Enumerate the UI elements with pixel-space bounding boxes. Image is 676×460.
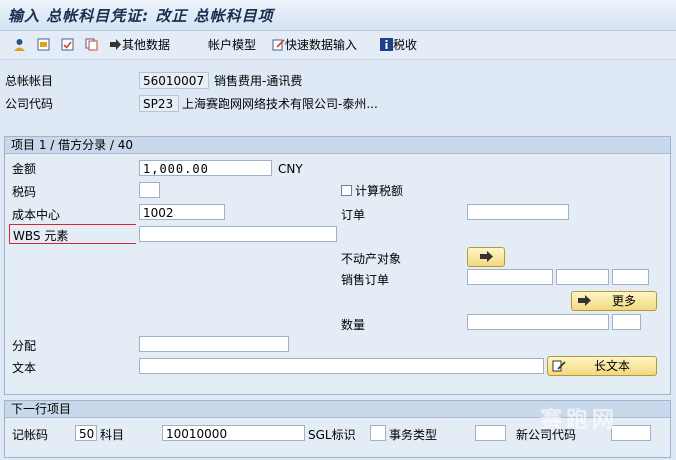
window-title: 输入 总帐科目凭证: 改正 总帐科目项 — [8, 7, 274, 25]
tax-label: 税收 — [393, 38, 418, 52]
fast-entry-label: 快速数据输入 — [285, 38, 358, 52]
arrow-right-icon — [110, 39, 121, 50]
cost-center-label: 成本中心 — [12, 208, 61, 222]
quantity-label: 数量 — [341, 318, 366, 332]
posting-key-label: 记帐码 — [12, 428, 49, 442]
document-icon[interactable] — [37, 37, 50, 53]
user-icon[interactable] — [13, 37, 26, 53]
fast-entry-button[interactable]: 快速数据输入 — [272, 37, 357, 53]
amount-label: 金额 — [12, 162, 37, 176]
account-input[interactable]: 10010000 — [162, 425, 305, 441]
real-estate-label: 不动产对象 — [341, 252, 402, 266]
sales-order-item-input[interactable] — [556, 269, 609, 285]
arrow-right-icon — [479, 251, 493, 262]
long-text-label: 长文本 — [594, 359, 631, 373]
account-label: 科目 — [100, 428, 125, 442]
unit-input[interactable] — [612, 314, 641, 330]
text-input[interactable] — [139, 358, 544, 374]
calc-tax-label: 计算税额 — [355, 184, 404, 198]
wbs-input[interactable] — [139, 226, 337, 242]
assignment-label: 分配 — [12, 339, 37, 353]
other-data-label: 其他数据 — [122, 38, 171, 52]
quantity-input[interactable] — [467, 314, 609, 330]
arrow-right-icon — [578, 295, 591, 306]
edit-list-icon — [272, 39, 285, 51]
currency-label: CNY — [278, 162, 303, 176]
info-icon — [380, 38, 393, 51]
item-group-heading: 项目 1 / 借方分录 / 40 — [5, 137, 670, 154]
gl-account-field: 56010007 — [139, 72, 209, 89]
application-toolbar: 其他数据 帐户模型 快速数据输入 税收 — [0, 31, 676, 60]
text-label: 文本 — [12, 361, 37, 375]
wbs-label: WBS 元素 — [13, 229, 69, 243]
company-code-label: 公司代码 — [5, 97, 54, 111]
watermark-logo: 赛跑网 — [540, 408, 619, 433]
company-code-field: SP23 — [139, 95, 179, 112]
more-button-label: 更多 — [612, 294, 637, 308]
copy-icon[interactable] — [85, 37, 98, 53]
trans-type-input[interactable] — [475, 425, 506, 441]
order-input[interactable] — [467, 204, 569, 220]
document-check-icon[interactable] — [61, 37, 74, 53]
amount-input[interactable]: 1,000.00 — [139, 160, 272, 176]
gl-account-label: 总帐帐目 — [5, 74, 54, 88]
calc-tax-checkbox[interactable] — [341, 185, 352, 196]
account-model-button[interactable]: 帐户模型 — [208, 37, 256, 53]
title-bar: 输入 总帐科目凭证: 改正 总帐科目项 — [0, 0, 676, 31]
sales-order-schedule-input[interactable] — [612, 269, 649, 285]
tax-button[interactable]: 税收 — [380, 37, 417, 53]
edit-text-icon — [552, 360, 566, 372]
more-button[interactable]: 更多 — [571, 291, 657, 311]
cost-center-input[interactable]: 1002 — [139, 204, 225, 220]
long-text-button[interactable]: 长文本 — [547, 356, 657, 376]
sgl-label: SGL标识 — [308, 428, 356, 442]
order-label: 订单 — [341, 208, 366, 222]
sales-order-input[interactable] — [467, 269, 553, 285]
other-data-button[interactable]: 其他数据 — [109, 37, 170, 53]
company-code-description: 上海赛跑网网络技术有限公司-泰州... — [182, 97, 378, 111]
assignment-input[interactable] — [139, 336, 289, 352]
posting-key-input[interactable]: 50 — [75, 425, 97, 441]
tax-code-label: 税码 — [12, 185, 37, 199]
real-estate-button[interactable] — [467, 247, 505, 267]
trans-type-label: 事务类型 — [389, 428, 438, 442]
tax-code-input[interactable] — [139, 182, 160, 198]
sgl-input[interactable] — [370, 425, 386, 441]
gl-account-description: 销售费用-通讯费 — [214, 74, 303, 88]
sales-order-label: 销售订单 — [341, 273, 390, 287]
